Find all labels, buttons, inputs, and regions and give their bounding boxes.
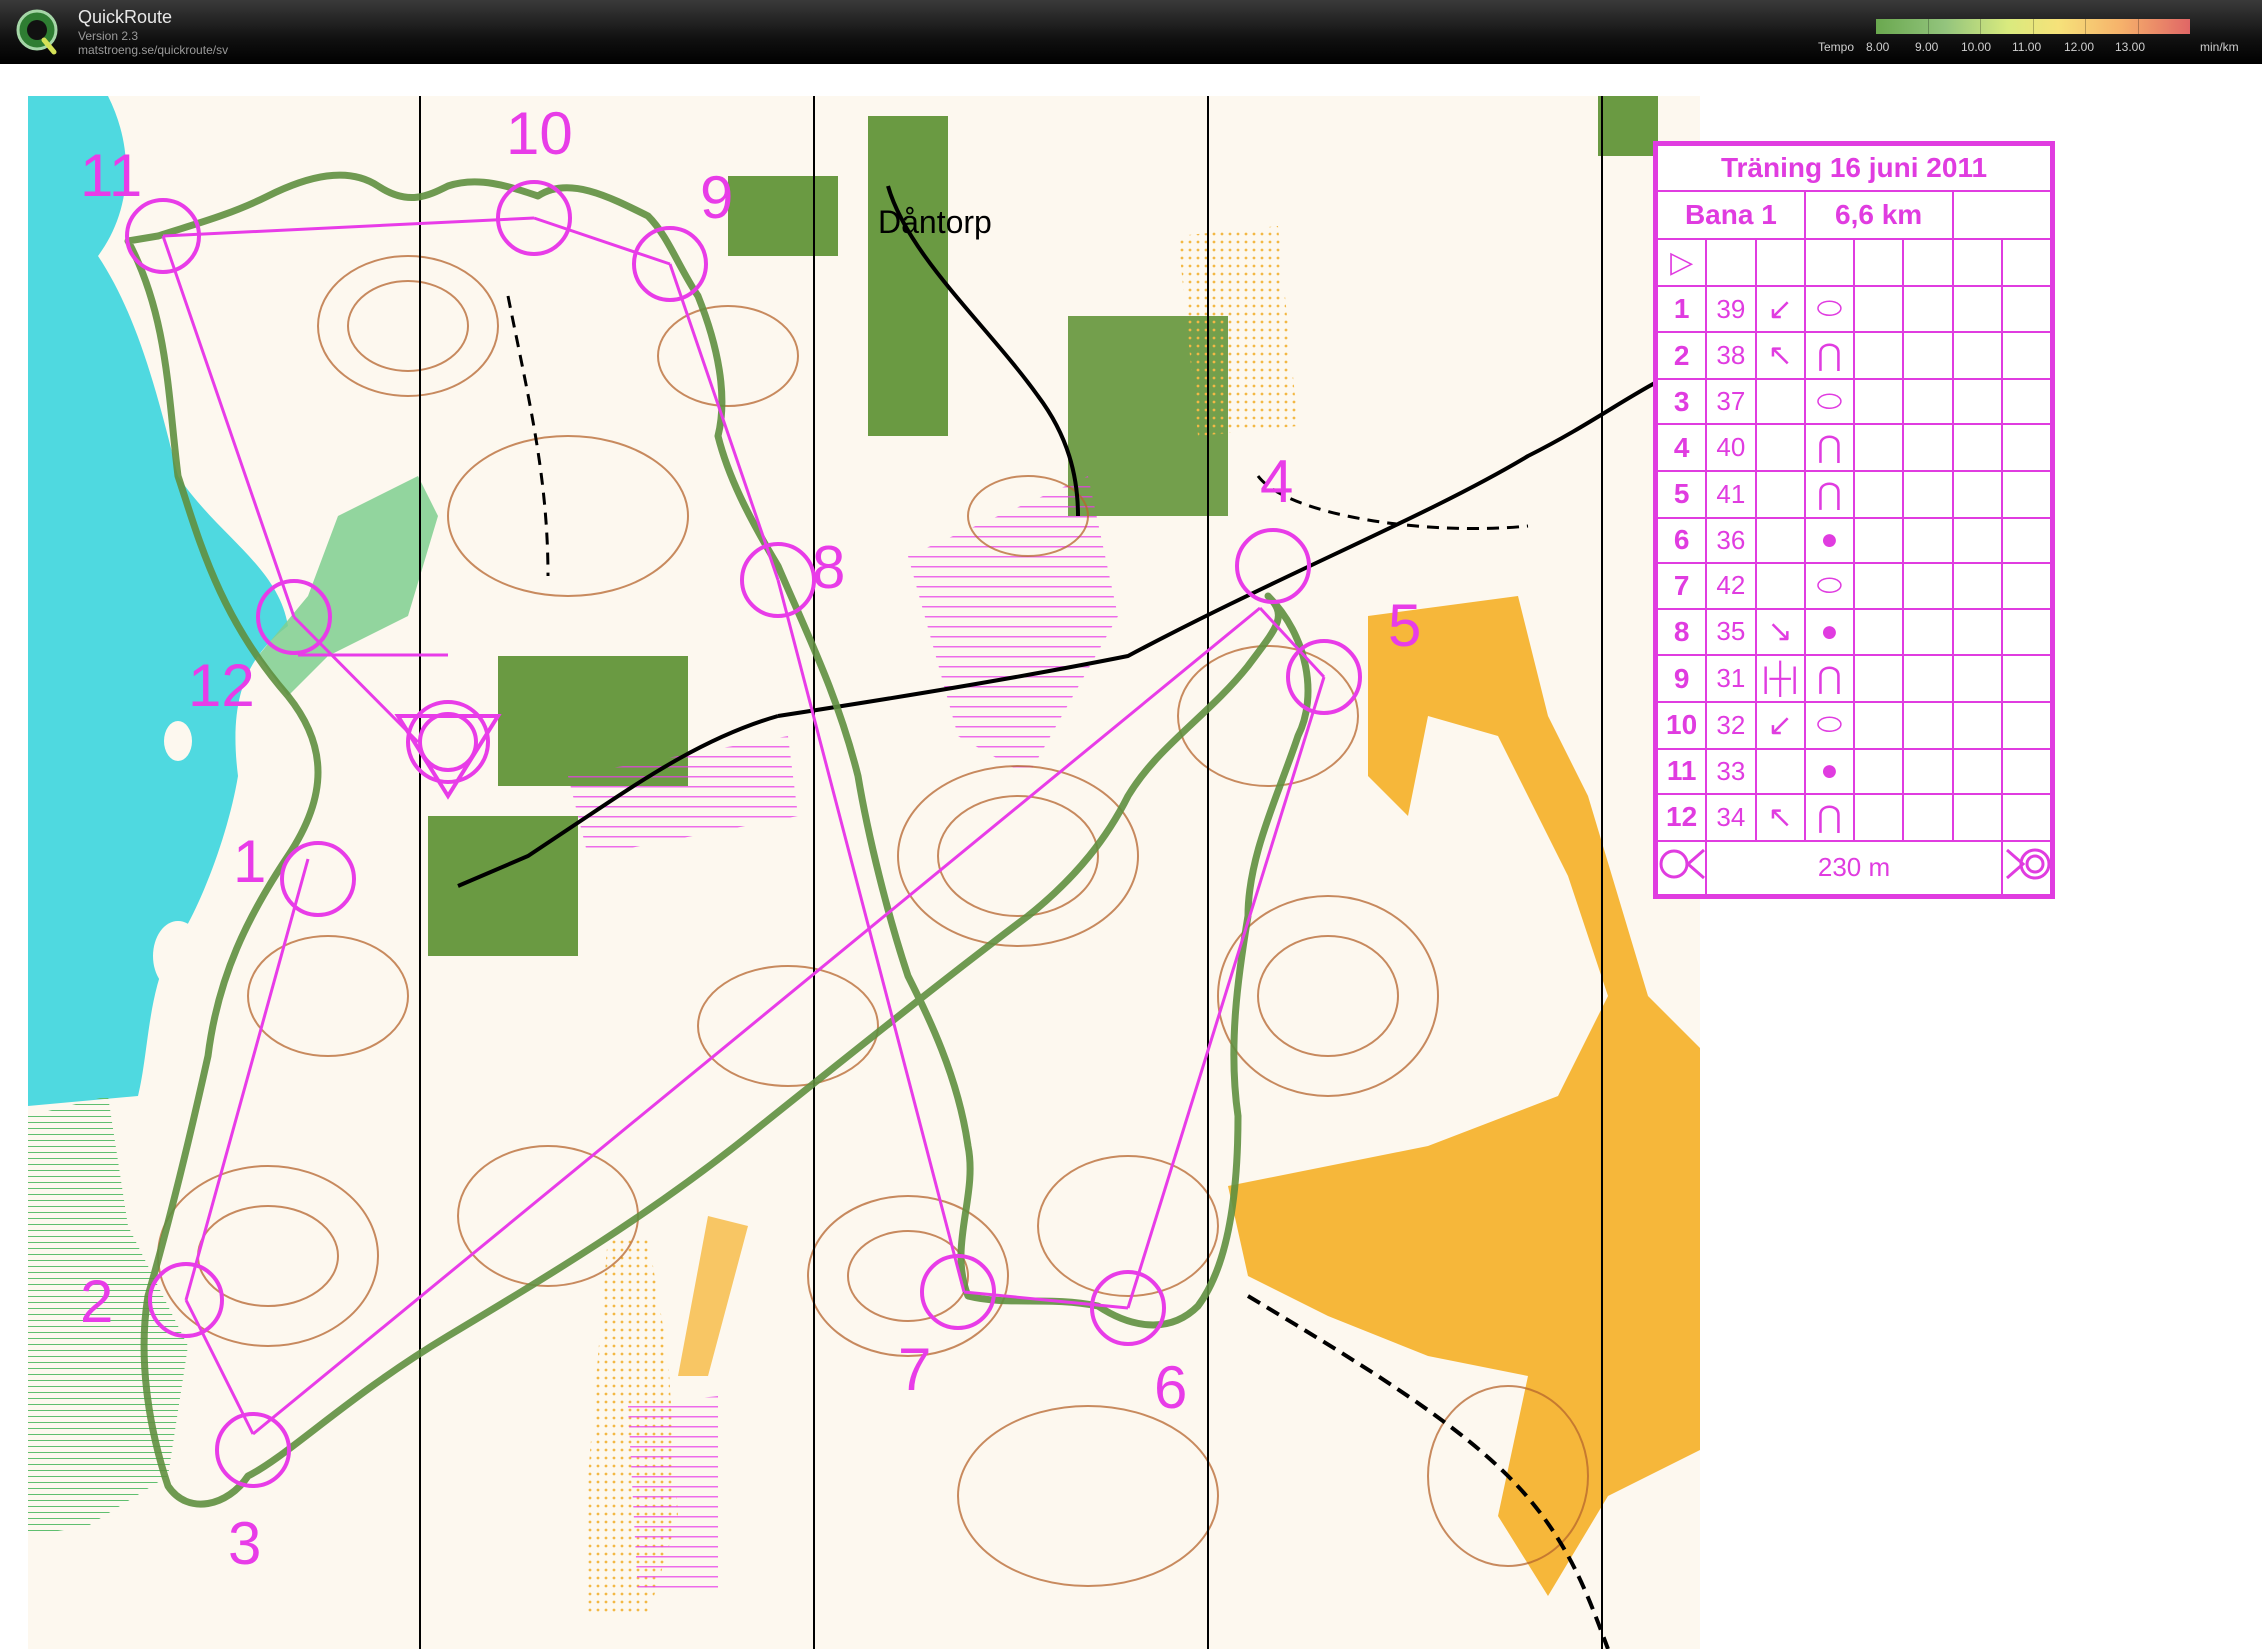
control-number: 9	[700, 164, 734, 231]
orienteering-map[interactable]: Dåntorp 1 2 3 4 5 6 7 8 9 10 11 12	[28, 96, 1700, 1649]
direction-icon	[1754, 423, 1806, 473]
start-symbol-icon: ▷	[1655, 238, 1708, 287]
table-row: 9 31 |┼| ⋂	[1655, 654, 2053, 703]
direction-icon: ↙	[1754, 700, 1806, 750]
direction-icon	[1754, 378, 1806, 426]
control-number: 8	[812, 534, 846, 601]
out-of-bounds-area	[908, 476, 1118, 776]
table-row: 3 37 ⬭	[1655, 378, 2053, 426]
settlement-area	[728, 176, 838, 256]
direction-icon: ↖	[1754, 331, 1806, 381]
table-row: 6 36 ●	[1655, 516, 2053, 565]
control-number: 10	[506, 100, 573, 167]
feature-icon: ⬭	[1803, 378, 1856, 426]
table-row: 12 34 ↖ ⋂	[1655, 793, 2053, 842]
feature-icon: ⋂	[1803, 793, 1856, 842]
table-row: 8 35 ↘ ●	[1655, 607, 2053, 657]
open-land-area	[1228, 596, 1700, 1596]
feature-icon: ●	[1803, 607, 1856, 657]
control-circle-4	[1235, 528, 1311, 604]
settlement-area	[868, 116, 948, 436]
direction-icon: ↙	[1754, 284, 1806, 334]
table-row: 10 32 ↙ ⬭	[1655, 700, 2053, 750]
out-of-bounds-area	[628, 1396, 718, 1596]
control-number: 1	[233, 828, 267, 895]
settlement-area	[1598, 96, 1658, 156]
finish-icon	[2000, 839, 2053, 897]
event-title: Träning 16 juni 2011	[1656, 144, 2052, 192]
control-number: 2	[80, 1268, 114, 1335]
table-row: 5 41 ⋂	[1655, 470, 2053, 519]
control-number: 3	[228, 1510, 262, 1577]
feature-icon: ⬭	[1803, 700, 1856, 750]
direction-icon	[1754, 562, 1806, 610]
legend-tick: 12.00	[2064, 40, 2095, 54]
legend-tick: 10.00	[1961, 40, 1992, 54]
control-number: 5	[1388, 592, 1422, 659]
course-length: 6,6 km	[1803, 190, 1954, 240]
course-name: Bana 1	[1656, 190, 1806, 240]
map-graphics	[28, 96, 1700, 1649]
direction-icon	[1754, 516, 1806, 565]
direction-icon: |┼|	[1754, 654, 1806, 703]
open-land-area	[678, 1216, 748, 1376]
table-row: 4 40 ⋂	[1655, 423, 2053, 473]
legend-tick: 13.00	[2115, 40, 2146, 54]
table-row: 1 39 ↙ ⬭	[1655, 284, 2053, 334]
control-circle-1	[280, 841, 356, 917]
control-number: 4	[1260, 448, 1294, 515]
feature-icon: ●	[1803, 516, 1856, 565]
tempo-color-scale	[1876, 19, 2190, 34]
feature-icon: ⬭	[1803, 284, 1856, 334]
finish-circle-inner	[418, 712, 478, 772]
control-description-table: Träning 16 juni 2011 Bana 1 6,6 km ▷ 1 39…	[1655, 144, 2053, 897]
direction-icon	[1754, 747, 1806, 796]
feature-icon: ⋂	[1803, 331, 1856, 381]
app-url: matstroeng.se/quickroute/sv	[78, 43, 229, 57]
legend-label: Tempo	[1818, 40, 1855, 54]
quickroute-logo-icon	[16, 9, 58, 55]
feature-icon: ⬭	[1803, 562, 1856, 610]
last-control-icon	[1655, 839, 1708, 897]
vegetation-area	[258, 476, 438, 696]
table-row: 2 38 ↖ ⋂	[1655, 331, 2053, 381]
feature-icon: ●	[1803, 747, 1856, 796]
tempo-legend: Tempo 8.00 9.00 10.00 11.00 12.00 13.00 …	[1810, 10, 2260, 58]
direction-icon	[1754, 470, 1806, 519]
place-name: Dåntorp	[878, 204, 992, 240]
control-number: 6	[1154, 1354, 1188, 1421]
legend-unit: min/km	[2200, 40, 2239, 54]
top-bar: QuickRoute Version 2.3 matstroeng.se/qui…	[0, 0, 2262, 64]
legend-tick: 11.00	[2012, 40, 2042, 54]
feature-icon: ⋂	[1803, 654, 1856, 703]
feature-icon: ⋂	[1803, 470, 1856, 519]
control-number: 12	[188, 652, 255, 719]
legend-tick: 9.00	[1915, 40, 1939, 54]
open-land-area	[1178, 226, 1298, 436]
table-row: 11 33 ●	[1655, 747, 2053, 796]
control-number: 11	[80, 142, 143, 209]
finish-distance: 230 m	[1705, 839, 2003, 897]
table-row: 7 42 ⬭	[1655, 562, 2053, 610]
direction-icon: ↘	[1754, 607, 1806, 657]
control-number: 7	[898, 1336, 932, 1403]
app-version: Version 2.3	[78, 29, 139, 43]
control-description-sheet: Träning 16 juni 2011 Bana 1 6,6 km ▷ 1 39…	[1653, 141, 2055, 899]
legend-tick: 8.00	[1866, 40, 1890, 54]
direction-icon: ↖	[1754, 793, 1806, 842]
app-title: QuickRoute	[78, 7, 173, 27]
feature-icon: ⋂	[1803, 423, 1856, 473]
